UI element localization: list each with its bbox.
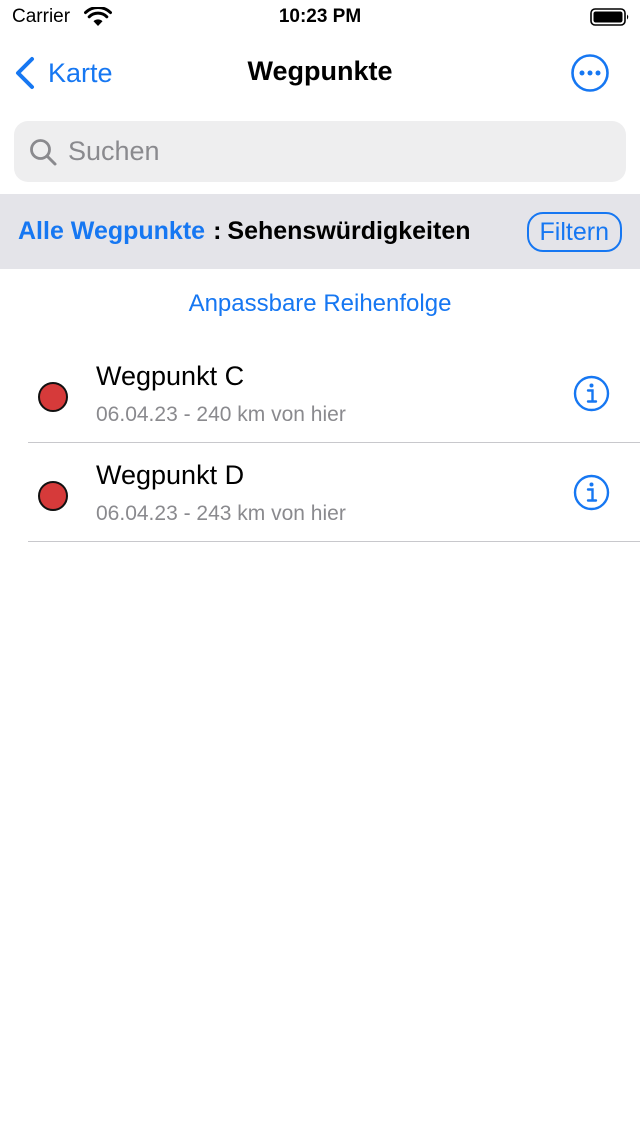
list-item[interactable]: Wegpunkt D 06.04.23 - 243 km von hier <box>0 443 640 542</box>
filter-button[interactable]: Filtern <box>526 212 622 252</box>
all-waypoints-link[interactable]: Alle Wegpunkte <box>18 217 205 246</box>
magnifier-icon <box>30 138 57 165</box>
search-input[interactable] <box>68 136 608 167</box>
status-time: 10:23 PM <box>278 6 362 27</box>
waypoint-list: Wegpunkt C 06.04.23 - 240 km von hier We… <box>0 344 640 542</box>
info-circle-icon[interactable] <box>573 375 610 412</box>
navigation-bar: Karte Wegpunkte <box>0 36 640 110</box>
waypoint-title: Wegpunkt C <box>96 361 245 391</box>
info-circle-icon[interactable] <box>573 474 610 511</box>
waypoint-marker-icon <box>38 382 68 412</box>
status-bar: Carrier 10:23 PM <box>0 0 640 36</box>
current-category: Sehenswürdigkeiten <box>227 217 471 245</box>
custom-order-button[interactable]: Anpassbare Reihenfolge <box>0 290 640 318</box>
filter-bar: Alle Wegpunkte : Sehenswürdigkeiten Filt… <box>0 194 640 269</box>
search-bar[interactable] <box>14 121 626 182</box>
page-title: Wegpunkte <box>247 56 393 86</box>
list-item[interactable]: Wegpunkt C 06.04.23 - 240 km von hier <box>0 344 640 443</box>
filter-separator: : <box>213 217 222 245</box>
waypoint-subtitle: 06.04.23 - 240 km von hier <box>96 403 346 426</box>
ellipsis-circle-icon[interactable] <box>570 53 610 93</box>
waypoint-title: Wegpunkt D <box>96 460 245 490</box>
row-divider <box>28 541 640 542</box>
waypoint-subtitle: 06.04.23 - 243 km von hier <box>96 502 346 525</box>
waypoint-marker-icon <box>38 481 68 511</box>
battery-icon <box>590 8 629 26</box>
